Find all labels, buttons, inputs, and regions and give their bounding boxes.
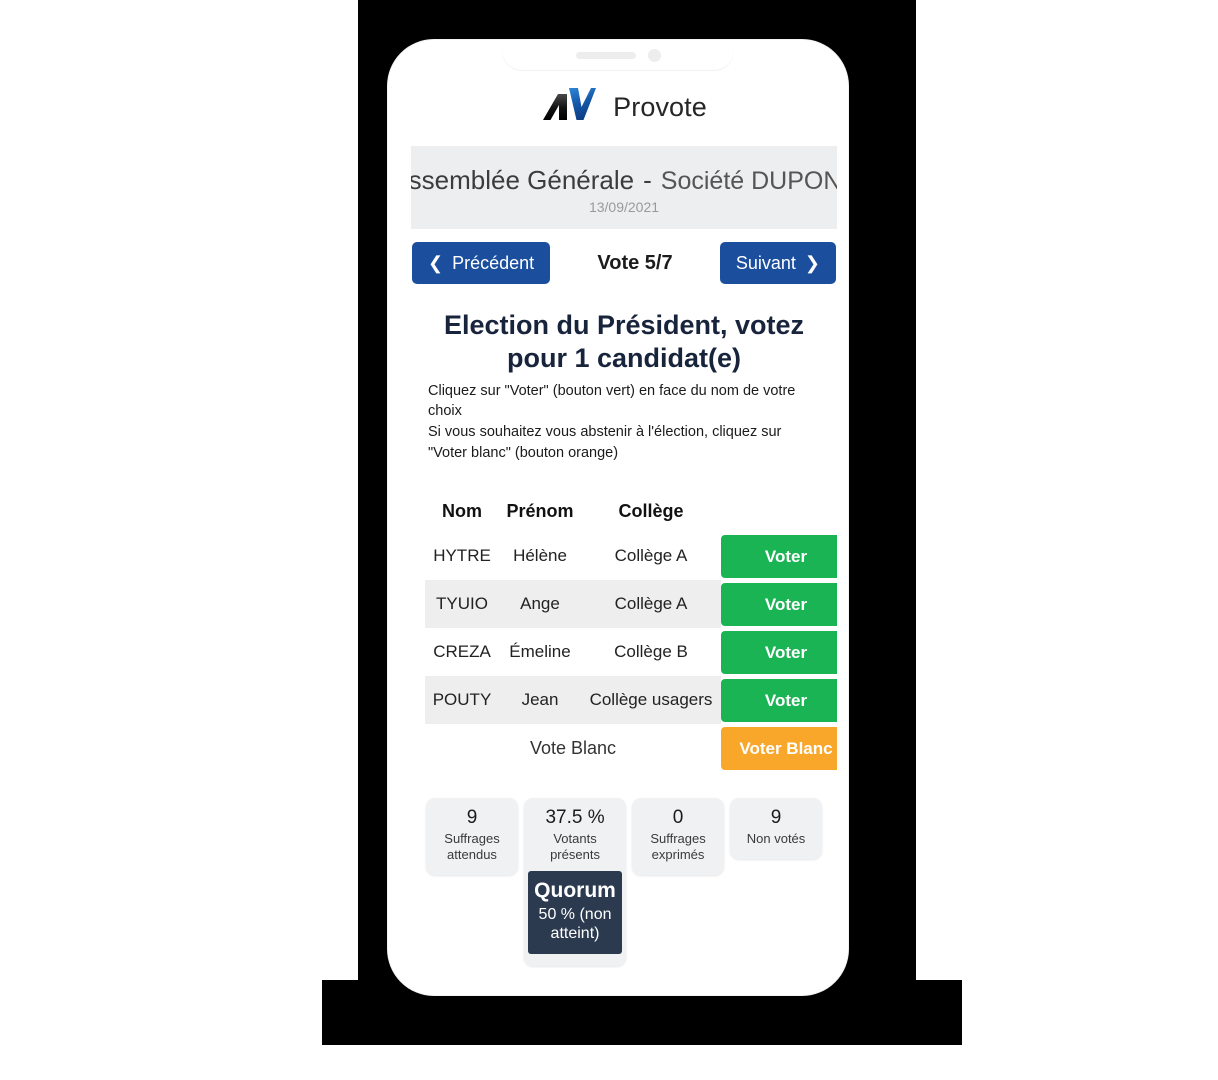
blank-vote-row: Vote Blanc Voter Blanc — [425, 724, 837, 773]
table-row: POUTY Jean Collège usagers Voter — [425, 676, 837, 725]
candidate-action-cell: Voter — [721, 628, 837, 677]
column-header-nom: Nom — [442, 501, 482, 522]
vote-statistics-row: 9 Suffrages attendus 37.5 % Votants présent… — [425, 798, 823, 966]
phone-screen: Provote Assemblée Générale - Société DUP… — [411, 68, 837, 968]
table-row: HYTRE Hélène Collège A Voter — [425, 532, 837, 581]
chevron-right-icon: ❯ — [804, 253, 820, 273]
stat-value: 37.5 % — [545, 807, 605, 829]
candidates-table-body: HYTRE Hélène Collège A Voter TYUIO Ange Collèg… — [425, 532, 837, 773]
table-header-row: Nom Prénom Collège — [425, 497, 837, 532]
stat-label: Suffrages exprimés — [650, 830, 706, 863]
phone-notch — [502, 40, 734, 70]
meeting-header: Assemblée Générale - Société DUPONT 13/0… — [411, 147, 837, 229]
next-vote-button[interactable]: Suivant ❯ — [719, 242, 836, 284]
blank-vote-label: Vote Blanc — [425, 724, 721, 773]
meeting-assembly-name: Assemblée Générale — [411, 165, 635, 195]
quorum-badge: Quorum 50 % (non atteint) — [527, 871, 623, 954]
candidate-prenom: Ange — [499, 580, 581, 629]
vote-button[interactable]: Voter — [721, 582, 837, 626]
candidate-college: Collège A — [581, 580, 721, 629]
candidate-college: Collège B — [581, 628, 721, 677]
candidates-table-wrap: Nom Prénom Collège HYTRE Hélène Collège AV… — [425, 497, 837, 773]
stat-card: 9 Suffrages attendus — [426, 798, 518, 876]
table-row: TYUIO Ange Collège A Voter — [425, 580, 837, 629]
app-brand-bar: Provote — [411, 68, 837, 147]
table-row: CREZA Émeline Collège B Voter — [425, 628, 837, 677]
candidate-nom: HYTRE — [425, 532, 499, 581]
stat-label: Suffrages attendus — [444, 830, 500, 863]
vote-button[interactable]: Voter — [721, 678, 837, 722]
quorum-title: Quorum — [534, 879, 616, 903]
speaker-bar-icon — [575, 51, 636, 59]
stat-label: Votants présents — [550, 830, 600, 863]
stat-value: 0 — [672, 807, 684, 829]
candidate-action-cell: Voter — [721, 676, 837, 725]
previous-vote-label: Précédent — [452, 253, 535, 273]
blank-vote-action-cell: Voter Blanc — [721, 724, 837, 773]
candidate-prenom: Hélène — [499, 532, 581, 581]
previous-vote-button[interactable]: ❮ Précédent — [412, 242, 551, 284]
vote-counter: Vote 5/7 — [597, 251, 673, 274]
stat-card: 37.5 % Votants présents Quorum 50 % (non at… — [523, 798, 627, 966]
chevron-left-icon: ❮ — [428, 253, 444, 273]
candidates-table: Nom Prénom Collège HYTRE Hélène Collège AV… — [425, 497, 837, 773]
stat-value: 9 — [770, 807, 782, 829]
candidate-college: Collège A — [581, 532, 721, 581]
candidates-table-head: Nom Prénom Collège — [425, 497, 837, 532]
vote-button[interactable]: Voter — [721, 630, 837, 674]
candidate-college: Collège usagers — [581, 676, 721, 725]
vote-question-title: Election du Président, votez pour 1 cand… — [443, 310, 805, 373]
next-vote-label: Suivant — [735, 253, 796, 273]
meeting-date: 13/09/2021 — [588, 199, 660, 215]
meeting-title-separator: - — [643, 165, 652, 195]
quorum-detail: 50 % (non atteint) — [538, 905, 612, 943]
column-header-college: Collège — [618, 501, 684, 522]
candidate-nom: CREZA — [425, 628, 499, 677]
candidate-prenom: Jean — [499, 676, 581, 725]
vote-instructions: Cliquez sur "Voter" (bouton vert) en fac… — [428, 382, 796, 461]
column-header-prenom: Prénom — [506, 501, 574, 522]
candidate-nom: POUTY — [425, 676, 499, 725]
app-brand-name: Provote — [613, 91, 707, 122]
candidate-action-cell: Voter — [721, 532, 837, 581]
vote-navigation-bar: ❮ Précédent Vote 5/7 Suivant ❯ — [411, 229, 837, 297]
stat-card: 9 Non votés — [730, 798, 823, 860]
candidate-prenom: Émeline — [499, 628, 581, 677]
stat-card: 0 Suffrages exprimés — [632, 798, 725, 876]
phone-mockup-frame: Provote Assemblée Générale - Société DUP… — [388, 40, 848, 995]
column-header-action — [721, 497, 837, 532]
provote-av-logo-icon — [543, 88, 597, 120]
vote-button[interactable]: Voter — [721, 534, 837, 578]
vote-blank-button[interactable]: Voter Blanc — [721, 726, 837, 770]
candidate-nom: TYUIO — [425, 580, 499, 629]
meeting-company-name: Société DUPONT — [660, 167, 837, 195]
meeting-title-row: Assemblée Générale - Société DUPONT — [411, 165, 837, 196]
candidate-action-cell: Voter — [721, 580, 837, 629]
vote-question-section: Election du Président, votez pour 1 cand… — [411, 297, 837, 966]
stat-label: Non votés — [746, 830, 806, 846]
front-camera-icon — [647, 48, 661, 62]
stat-value: 9 — [466, 807, 478, 829]
